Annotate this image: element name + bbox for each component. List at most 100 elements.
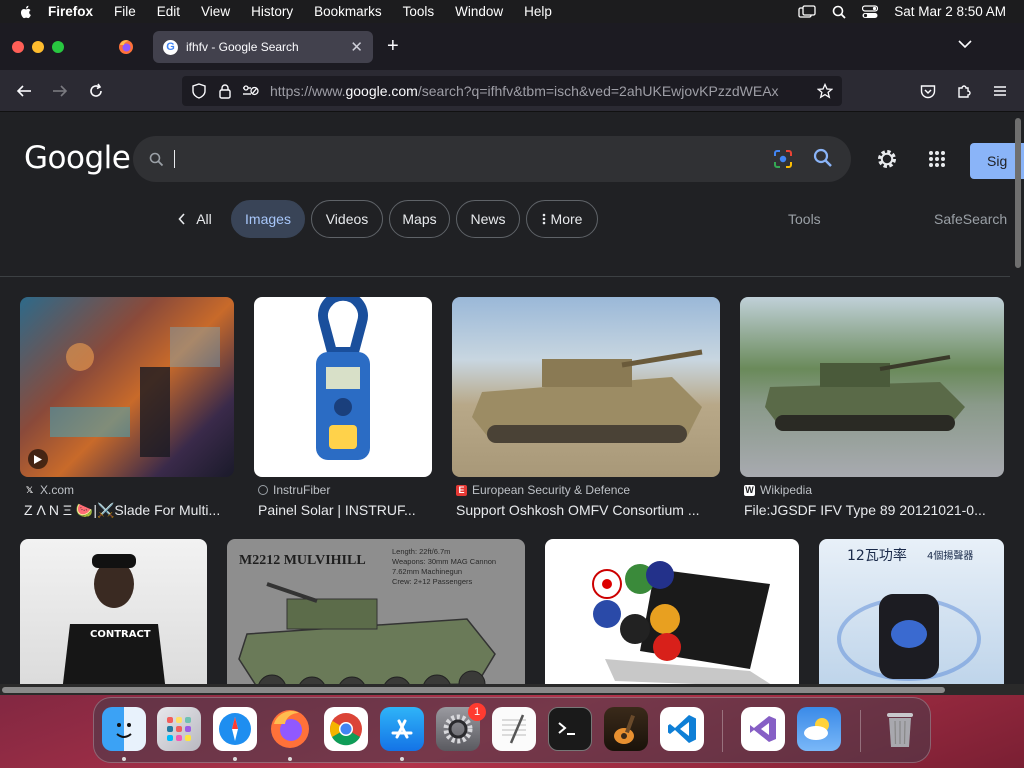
result-image-m2212-vehicle[interactable]: M2212 MULVIHILL Length: 22ft/6.7m Weapon… bbox=[227, 539, 525, 695]
horizontal-scrollbar-thumb[interactable] bbox=[2, 687, 945, 693]
url-prefix: https://www. bbox=[270, 83, 346, 99]
textedit-icon[interactable] bbox=[492, 707, 536, 751]
filter-maps[interactable]: Maps bbox=[389, 200, 450, 238]
close-window-button[interactable] bbox=[12, 41, 24, 53]
filter-more[interactable]: More bbox=[526, 200, 598, 238]
menu-app-name[interactable]: Firefox bbox=[48, 4, 93, 19]
app-menu-button[interactable] bbox=[990, 81, 1010, 101]
tank-art bbox=[472, 349, 703, 443]
google-lens-icon[interactable] bbox=[773, 149, 793, 169]
control-center-icon[interactable] bbox=[862, 4, 879, 19]
menu-window[interactable]: Window bbox=[455, 4, 503, 19]
visual-studio-icon[interactable] bbox=[741, 707, 785, 751]
result-source-label: InstruFiber bbox=[273, 483, 331, 497]
menu-tools[interactable]: Tools bbox=[403, 4, 435, 19]
result-image-translation-laptop[interactable] bbox=[545, 539, 799, 695]
bookmark-star-icon[interactable] bbox=[816, 82, 834, 100]
result-title[interactable]: File:JGSDF IFV Type 89 20121021-0... bbox=[744, 502, 1002, 518]
pocket-button[interactable] bbox=[918, 81, 938, 101]
tab-google-search[interactable]: G ifhfv - Google Search ✕ bbox=[153, 31, 373, 63]
zoom-window-button[interactable] bbox=[52, 41, 64, 53]
tools-button[interactable]: Tools bbox=[788, 211, 821, 227]
chrome-icon[interactable] bbox=[324, 707, 368, 751]
notification-badge: 1 bbox=[468, 703, 486, 721]
screen-mirroring-icon[interactable] bbox=[798, 4, 816, 19]
result-source-label: Wikipedia bbox=[760, 483, 813, 497]
url-domain: google.com bbox=[345, 83, 418, 99]
permissions-icon[interactable] bbox=[242, 82, 260, 100]
garageband-icon[interactable] bbox=[604, 707, 648, 751]
result-source[interactable]: InstruFiber bbox=[258, 483, 330, 497]
menu-help[interactable]: Help bbox=[524, 4, 552, 19]
x-logo-icon: 𝕏 bbox=[25, 484, 34, 495]
result-source[interactable]: E European Security & Defence bbox=[456, 483, 630, 497]
vertical-scrollbar[interactable] bbox=[1015, 118, 1021, 268]
lock-icon[interactable] bbox=[216, 82, 234, 100]
google-images-page: Google Sig All Images Videos Maps News M… bbox=[0, 112, 1024, 695]
tracking-protection-shield-icon[interactable] bbox=[190, 82, 208, 100]
apple-icon[interactable] bbox=[18, 4, 34, 20]
game-scene-art bbox=[50, 327, 220, 457]
forward-button[interactable] bbox=[50, 81, 70, 101]
address-bar[interactable]: https://www.google.com/search?q=ifhfv&tb… bbox=[182, 76, 842, 106]
menu-history[interactable]: History bbox=[251, 4, 293, 19]
result-image-contract-shirt[interactable]: CONTRACT bbox=[20, 539, 207, 695]
result-title[interactable]: Z Λ N Ξ 🍉|⚔️Slade For Multi... bbox=[24, 502, 234, 519]
forward-arrow-icon bbox=[53, 85, 68, 97]
firefox-dock-icon[interactable] bbox=[268, 707, 312, 751]
result-image-omfv-vehicle[interactable] bbox=[452, 297, 720, 477]
launchpad-icon[interactable] bbox=[157, 707, 201, 751]
filter-all[interactable]: All bbox=[166, 200, 224, 238]
minimize-window-button[interactable] bbox=[32, 41, 44, 53]
dock: 1 bbox=[93, 697, 931, 763]
list-all-tabs-chevron-icon[interactable] bbox=[958, 39, 972, 49]
result-source[interactable]: W Wikipedia bbox=[744, 483, 812, 497]
vscode-icon[interactable] bbox=[660, 707, 704, 751]
menu-view[interactable]: View bbox=[201, 4, 230, 19]
video-play-icon bbox=[28, 449, 48, 469]
tab-bar: G ifhfv - Google Search ✕ + bbox=[0, 23, 1024, 70]
finder-icon[interactable] bbox=[102, 707, 146, 751]
menu-bookmarks[interactable]: Bookmarks bbox=[314, 4, 382, 19]
extensions-button[interactable] bbox=[954, 81, 974, 101]
tab-title: ifhfv - Google Search bbox=[186, 40, 299, 54]
search-input[interactable] bbox=[179, 150, 739, 168]
google-logo[interactable]: Google bbox=[24, 140, 131, 176]
settings-gear-icon[interactable] bbox=[876, 148, 898, 170]
chevron-left-icon bbox=[178, 213, 185, 225]
filter-news[interactable]: News bbox=[456, 200, 520, 238]
spotlight-search-icon[interactable] bbox=[832, 5, 846, 19]
search-box[interactable] bbox=[133, 136, 851, 182]
horizontal-scrollbar[interactable] bbox=[0, 684, 1024, 695]
pinned-firefox-tab[interactable] bbox=[112, 34, 140, 60]
close-tab-icon[interactable]: ✕ bbox=[350, 38, 363, 56]
filter-videos[interactable]: Videos bbox=[311, 200, 383, 238]
window-controls bbox=[12, 41, 64, 53]
result-title[interactable]: Painel Solar | INSTRUF... bbox=[258, 502, 430, 518]
reload-button[interactable] bbox=[86, 81, 106, 101]
system-settings-icon[interactable]: 1 bbox=[436, 703, 486, 751]
url-text[interactable]: https://www.google.com/search?q=ifhfv&tb… bbox=[270, 83, 790, 99]
menu-clock[interactable]: Sat Mar 2 8:50 AM bbox=[894, 4, 1006, 19]
back-button[interactable] bbox=[14, 81, 34, 101]
menu-edit[interactable]: Edit bbox=[157, 4, 180, 19]
trash-icon[interactable] bbox=[878, 707, 922, 751]
app-store-icon[interactable] bbox=[380, 707, 424, 751]
finder-running-indicator bbox=[122, 757, 126, 761]
filter-images[interactable]: Images bbox=[231, 200, 305, 238]
result-source[interactable]: 𝕏 X.com bbox=[24, 483, 74, 497]
result-image-game-screenshot[interactable] bbox=[20, 297, 234, 477]
google-apps-grid-icon[interactable] bbox=[928, 150, 946, 168]
result-image-clamp-meter[interactable] bbox=[254, 297, 432, 477]
safari-icon[interactable] bbox=[213, 707, 257, 751]
new-tab-button[interactable]: + bbox=[387, 35, 399, 58]
result-image-speaker[interactable]: 12瓦功率 4個揚聲器 bbox=[819, 539, 1004, 695]
safesearch-button[interactable]: SafeSearch bbox=[934, 211, 1007, 227]
terminal-icon[interactable] bbox=[548, 707, 592, 751]
search-submit-icon[interactable] bbox=[813, 148, 833, 168]
result-title[interactable]: Support Oshkosh OMFV Consortium ... bbox=[456, 502, 718, 518]
dock-separator bbox=[722, 710, 723, 752]
result-image-type89-ifv[interactable] bbox=[740, 297, 1004, 477]
menu-file[interactable]: File bbox=[114, 4, 136, 19]
weather-icon[interactable] bbox=[797, 707, 841, 751]
